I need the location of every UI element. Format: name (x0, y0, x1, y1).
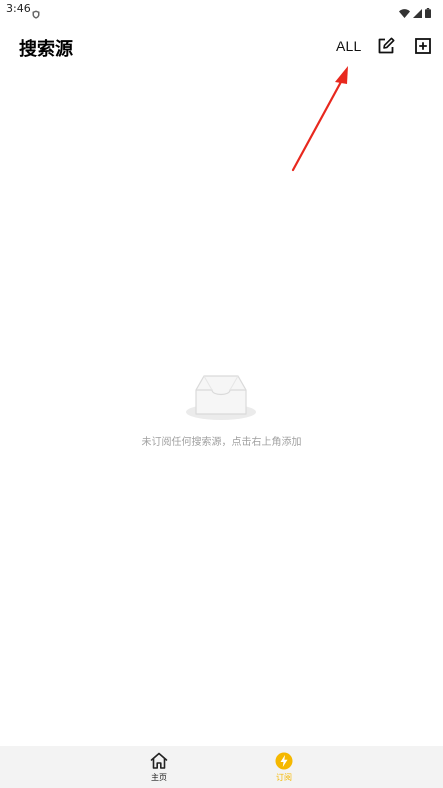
nav-label-subscribe: 订阅 (276, 773, 292, 782)
status-icons (399, 3, 431, 22)
nav-label-home: 主页 (151, 773, 167, 782)
status-bar: 3:46 (0, 0, 443, 20)
edit-button[interactable] (377, 37, 395, 55)
page-title: 搜索源 (19, 39, 73, 60)
nav-item-home[interactable]: 主页 (129, 746, 189, 788)
add-box-icon (415, 38, 431, 54)
lightning-icon (274, 751, 294, 771)
empty-inbox-icon (182, 372, 260, 424)
home-icon (149, 751, 169, 771)
add-button[interactable] (414, 37, 432, 55)
nav-item-subscribe[interactable]: 订阅 (254, 746, 314, 788)
annotation-arrow (291, 66, 348, 172)
battery-icon (425, 3, 431, 22)
app-bar: 搜索源 ALL (0, 30, 443, 64)
empty-message: 未订阅任何搜索源，点击右上角添加 (141, 437, 302, 448)
bottom-nav: 主页 订阅 (0, 746, 443, 788)
wifi-icon (399, 3, 410, 22)
edit-square-icon (378, 37, 395, 54)
shield-icon (32, 4, 40, 23)
signal-icon (413, 3, 422, 22)
status-time: 3:46 (6, 2, 31, 15)
all-button[interactable]: ALL (336, 38, 362, 54)
